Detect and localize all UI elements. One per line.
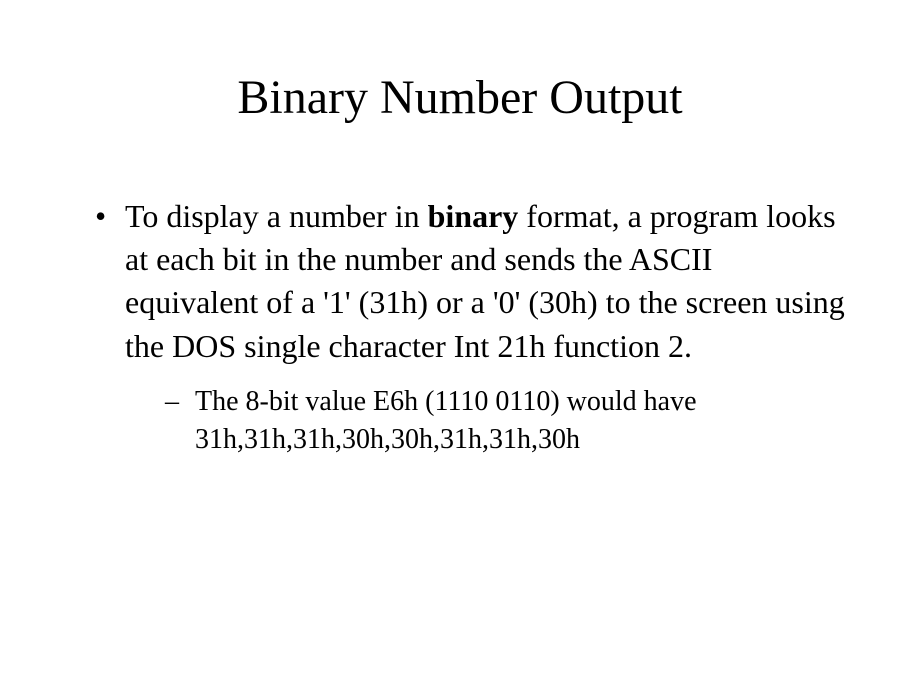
main-bullet-list: To display a number in binary format, a … [70, 195, 850, 458]
sub-bullet-item-1: The 8-bit value E6h (1110 0110) would ha… [165, 383, 850, 459]
sub-bullet-text: The 8-bit value E6h (1110 0110) would ha… [195, 386, 697, 455]
bullet-item-1: To display a number in binary format, a … [90, 195, 850, 458]
bullet-bold-word: binary [428, 198, 519, 234]
slide-title: Binary Number Output [70, 70, 850, 125]
bullet-text-before: To display a number in [125, 198, 428, 234]
sub-bullet-list: The 8-bit value E6h (1110 0110) would ha… [125, 383, 850, 459]
